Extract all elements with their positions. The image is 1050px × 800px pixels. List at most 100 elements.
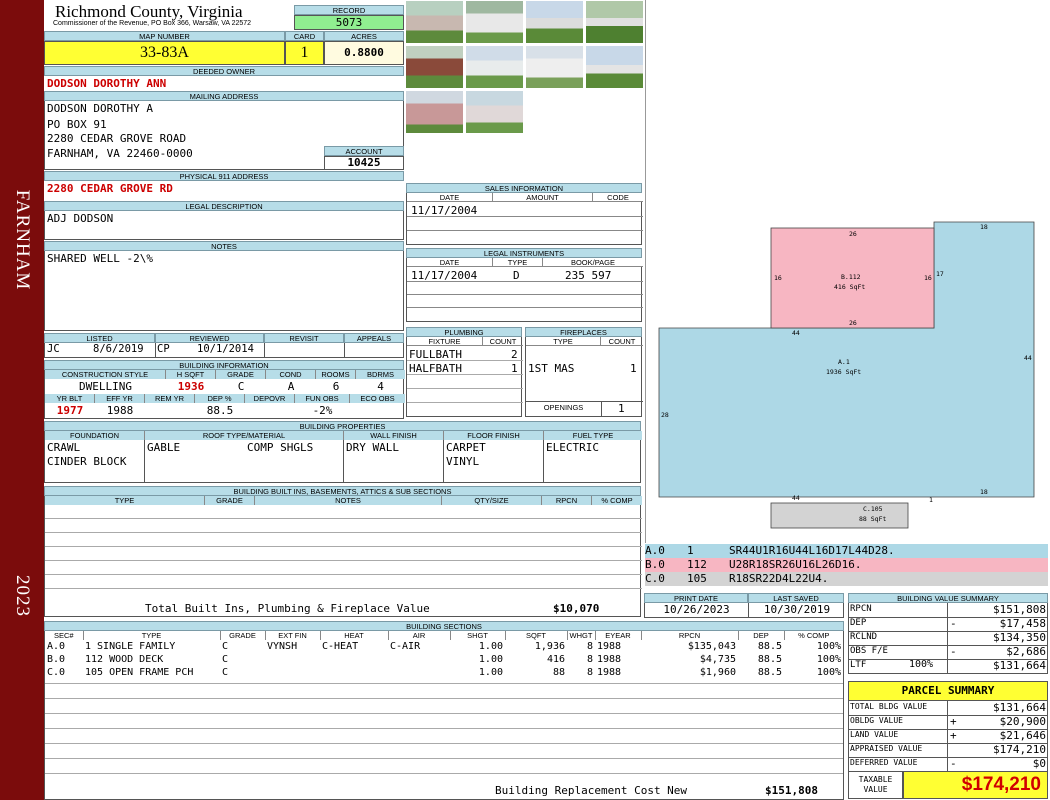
sec-dep: 88.5 <box>757 641 782 652</box>
rem-yr-header: REM YR <box>145 394 195 403</box>
foundation-header: FOUNDATION <box>45 431 145 440</box>
sections-col-heat: HEAT <box>320 631 389 640</box>
building-sections-box: SEC# TYPE GRADE EXT FIN HEAT AIR SHGT SQ… <box>44 631 844 800</box>
sec-rpcn: $1,960 <box>699 667 736 678</box>
sec-shgt: 1.00 <box>478 641 503 652</box>
sidebar: FARNHAM 2023 <box>0 0 44 800</box>
fireplace-type: 1ST MAS <box>528 362 575 375</box>
roof-type: GABLE <box>147 441 181 454</box>
sec-eyear: 1988 <box>597 667 622 678</box>
instruments-bookpage-header: BOOK/PAGE <box>570 258 616 267</box>
wall-finish: DRY WALL <box>346 441 399 454</box>
sec-comp: 100% <box>816 667 841 678</box>
hsqft: 1936 <box>177 380 205 393</box>
sec-grade: C <box>222 667 229 678</box>
floor-finish-header: FLOOR FINISH <box>444 431 544 440</box>
openings-label: OPENINGS <box>543 403 584 412</box>
taxable-value-label: TAXABLE VALUE <box>848 772 903 799</box>
builtins-notes-header: NOTES <box>255 496 442 505</box>
sec-air: C-AIR <box>390 641 421 652</box>
floor-finish-1: CARPET <box>446 441 486 454</box>
legend-row-c: C.0 105 R18SR22D4L22U4. <box>645 572 1048 586</box>
sketch-c-area: 88 SqFt <box>859 515 887 523</box>
sections-header-row: SEC# TYPE GRADE EXT FIN HEAT AIR SHGT SQ… <box>45 631 843 640</box>
dim-a-right: 44 <box>1024 354 1032 362</box>
sec-shgt: 1.00 <box>478 654 503 665</box>
fun-obs: -2% <box>312 404 333 417</box>
photo-2[interactable] <box>465 0 524 44</box>
vs-dep-label: DEP <box>850 618 867 628</box>
acres-value: 0.8800 <box>324 41 404 65</box>
vs-ltf-value: $131,664 <box>993 659 1046 672</box>
photo-4[interactable] <box>585 0 644 44</box>
record-header: RECORD <box>294 5 404 15</box>
sketch-area: B.112 416 SqFt A.1 1936 SqFt C.105 88 Sq… <box>645 0 1048 543</box>
sec-eyear: 1988 <box>597 654 622 665</box>
builtins-grade-header: GRADE <box>205 496 255 505</box>
photo-1[interactable] <box>405 0 464 44</box>
sales-date-header: DATE <box>407 193 493 202</box>
sec-sqft: 1,936 <box>534 641 565 652</box>
cond-header: COND <box>266 370 316 379</box>
ps-total-bldg-value: $131,664 <box>993 701 1046 714</box>
table-row: B.0 112 WOOD DECK C 1.00 416 8 1988 $4,7… <box>45 653 843 666</box>
legend-a-path: SR44U1R16U44L16D17L44D28. <box>729 544 895 557</box>
fireplaces-box: TYPE COUNT 1ST MAS 1 OPENINGS 1 <box>525 337 643 417</box>
legend-c-num: 105 <box>687 572 707 585</box>
legend-row-b: B.0 112 U28R18SR26U16L26D16. <box>645 558 1048 572</box>
dim-a-bottom-right: 18 <box>980 488 988 496</box>
sec-code: B.0 <box>47 654 66 665</box>
photo-3[interactable] <box>525 0 584 44</box>
fixture-count-header: COUNT <box>489 337 517 346</box>
taxable-value: $174,210 <box>903 772 1048 799</box>
fixture-header: FIXTURE <box>407 337 483 346</box>
table-row: A.0 1 SINGLE FAMILY C VYNSH C-HEAT C-AIR… <box>45 640 843 653</box>
account-number: 10425 <box>324 156 404 170</box>
sections-col-dep: DEP <box>738 631 785 640</box>
reviewed-header: REVIEWED <box>155 333 264 343</box>
fireplace-type-header: TYPE <box>526 337 601 346</box>
sketch-b-area: 416 SqFt <box>834 283 866 291</box>
sec-sqft: 416 <box>546 654 565 665</box>
vs-dep-value: $17,458 <box>999 617 1046 630</box>
reviewed-by: CP <box>157 343 170 355</box>
sec-extfin <box>265 653 320 666</box>
photo-7[interactable] <box>525 45 584 89</box>
construction-style-header: CONSTRUCTION STYLE <box>45 370 166 379</box>
physical-address: 2280 CEDAR GROVE RD <box>47 182 173 195</box>
deeded-owner: DODSON DOROTHY ANN <box>47 77 167 90</box>
sec-heat <box>320 653 388 666</box>
listed-by: JC <box>47 343 60 355</box>
vs-rpcn-value: $151,808 <box>993 603 1046 616</box>
photo-8[interactable] <box>585 45 644 89</box>
photo-10[interactable] <box>465 90 524 134</box>
appeals-header: APPEALS <box>344 333 404 343</box>
dates-box: 10/26/2023 10/30/2019 <box>644 603 844 618</box>
photo-9[interactable] <box>405 90 464 134</box>
foundation-2: CINDER BLOCK <box>47 455 127 468</box>
building-sketch <box>658 221 1035 529</box>
mailing-line-3: 2280 CEDAR GROVE ROAD <box>47 132 187 145</box>
plumbing-box: FIXTURE COUNT FULLBATH 2 HALFBATH 1 <box>406 337 523 417</box>
mailing-line-4: FARNHAM, VA 22460-0000 <box>47 147 193 160</box>
card-header: CARD <box>285 31 324 41</box>
sketch-b-name: B.112 <box>841 273 861 281</box>
legend-b-code: B.0 <box>645 558 665 571</box>
grade: C <box>237 380 245 393</box>
sec-type: 105 OPEN FRAME PCH <box>85 667 194 678</box>
sec-type: 112 WOOD DECK <box>85 654 164 665</box>
yr-blt: 1977 <box>56 404 84 417</box>
replacement-cost-value: $151,808 <box>765 784 818 797</box>
photo-5[interactable] <box>405 45 464 89</box>
foundation-1: CRAWL <box>47 441 81 454</box>
vs-ltf-label: LTF <box>850 660 867 670</box>
eff-yr-header: EFF YR <box>95 394 145 403</box>
sketch-legend: A.0 1 SR44U1R16U44L16D17L44D28. B.0 112 … <box>645 544 1048 588</box>
sidebar-city: FARNHAM <box>12 189 33 291</box>
fireplace-count-header: COUNT <box>608 337 636 346</box>
sec-grade: C <box>222 641 229 652</box>
photo-6[interactable] <box>465 45 524 89</box>
dim-a-bottom: 44 <box>792 494 800 502</box>
dim-a-top-right: 18 <box>980 223 988 231</box>
physical-address-header: PHYSICAL 911 ADDRESS <box>44 171 404 181</box>
